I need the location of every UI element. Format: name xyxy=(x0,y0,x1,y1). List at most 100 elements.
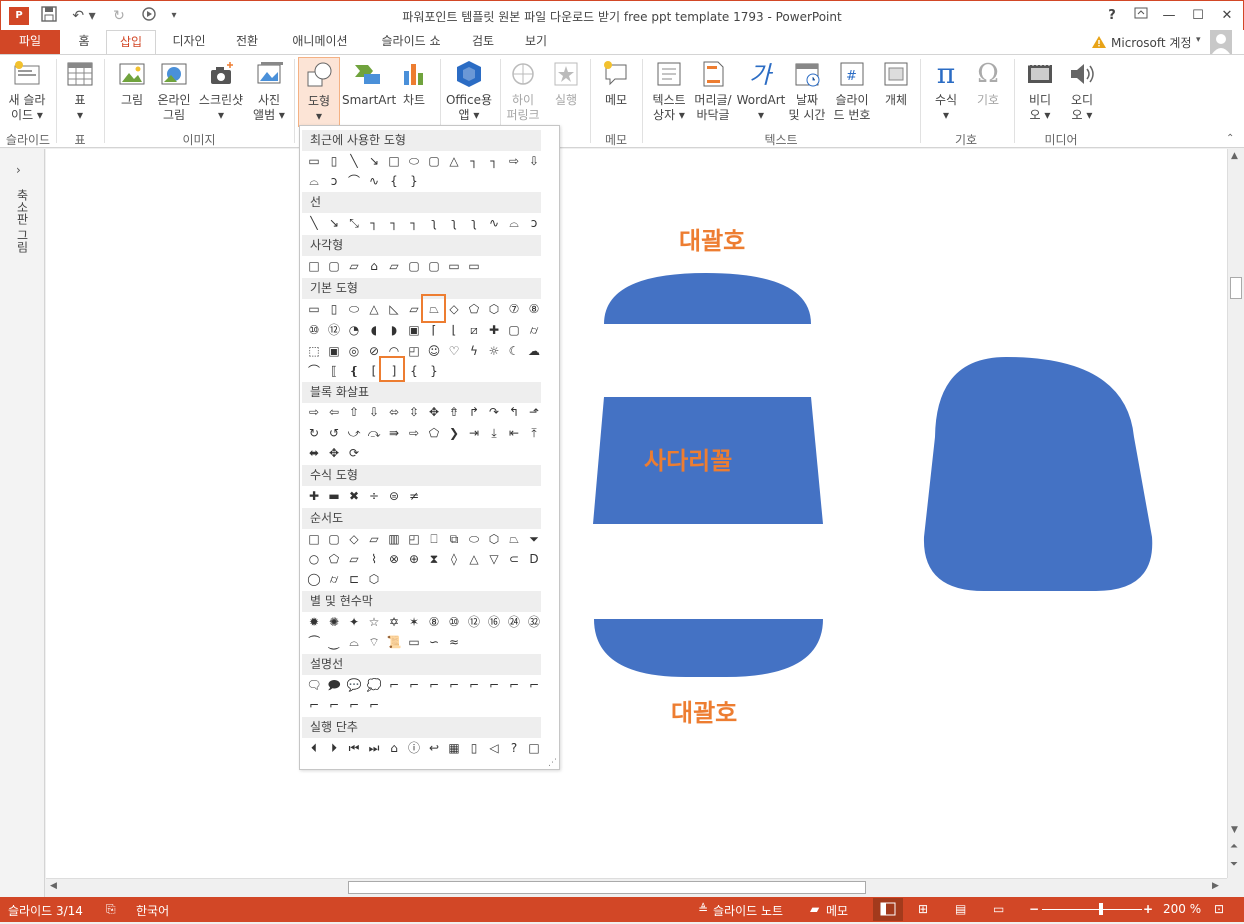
left-right-up-arrow-shape-icon[interactable]: ⇮ xyxy=(444,403,464,421)
elbow-arrow-shape-icon[interactable]: ┐ xyxy=(384,214,404,232)
account-dropdown-icon[interactable]: ▾ xyxy=(1196,35,1201,45)
u-turn-arrow-shape-icon[interactable]: ↷ xyxy=(484,403,504,421)
tab-design[interactable]: 디자인 xyxy=(163,30,215,54)
flowchart-stored-data-shape-icon[interactable]: ⊂ xyxy=(504,550,524,568)
action-sound-shape-icon[interactable]: ◁ xyxy=(484,739,504,757)
smiley-face-shape-icon[interactable]: ☺ xyxy=(424,342,444,360)
tab-review[interactable]: 검토 xyxy=(462,30,504,54)
comments-button[interactable]: 메모 xyxy=(826,902,848,919)
zoom-out-icon[interactable]: − xyxy=(1029,902,1039,916)
striped-right-arrow-shape-icon[interactable]: ⇛ xyxy=(384,424,404,442)
lightning-bolt-shape-icon[interactable]: ϟ xyxy=(464,342,484,360)
action-movie-shape-icon[interactable]: ▦ xyxy=(444,739,464,757)
curved-up-arrow-shape-icon[interactable]: ⤻ xyxy=(344,424,364,442)
flowchart-sort-shape-icon[interactable]: ◊ xyxy=(444,550,464,568)
chord-shape-icon[interactable]: ◖ xyxy=(364,321,384,339)
flowchart-preparation-shape-icon[interactable]: ⬡ xyxy=(484,530,504,548)
up-down-arrow-shape-icon[interactable]: ⇳ xyxy=(404,403,424,421)
spell-check-icon[interactable]: ⎘ xyxy=(106,902,116,917)
rounded-callout-shape-icon[interactable]: 🗩 xyxy=(324,676,344,694)
curved-arrow-connector-shape-icon[interactable]: ʅ xyxy=(444,214,464,232)
star5-shape-icon[interactable]: ☆ xyxy=(364,613,384,631)
tab-home[interactable]: 홈 xyxy=(66,30,102,54)
bent-up-arrow-shape-icon[interactable]: ⬏ xyxy=(524,403,544,421)
fit-to-window-icon[interactable]: ⊡ xyxy=(1214,902,1224,916)
action-end-shape-icon[interactable]: ⏭ xyxy=(364,739,384,757)
flowchart-alternate-process-shape-icon[interactable]: ▢ xyxy=(324,530,344,548)
cross-shape-icon[interactable]: ✚ xyxy=(484,321,504,339)
division-shape-icon[interactable]: ÷ xyxy=(364,487,384,505)
flowchart-extract-shape-icon[interactable]: △ xyxy=(464,550,484,568)
normal-view-button[interactable] xyxy=(873,898,903,921)
up-arrow-shape-icon[interactable]: ⇧ xyxy=(344,403,364,421)
flowchart-punched-tape-shape-icon[interactable]: ⌇ xyxy=(364,550,384,568)
sun-shape-icon[interactable]: ☼ xyxy=(484,342,504,360)
elbow-connector-shape-icon[interactable]: ┐ xyxy=(364,214,384,232)
right-triangle-shape-icon[interactable]: ◺ xyxy=(384,300,404,318)
video-button[interactable]: 비디 오 ▾ xyxy=(1020,59,1060,123)
action-document-shape-icon[interactable]: ▯ xyxy=(464,739,484,757)
tab-slideshow[interactable]: 슬라이드 쇼 xyxy=(370,30,452,54)
right-brace-shape-icon[interactable]: } xyxy=(404,172,424,190)
flowchart-direct-storage-shape-icon[interactable]: ⊏ xyxy=(344,570,364,588)
down-arrow-shape-icon[interactable]: ⇩ xyxy=(524,152,544,170)
minus-shape-icon[interactable]: ▬ xyxy=(324,487,344,505)
pentagon-shape-icon[interactable]: ⬠ xyxy=(464,300,484,318)
diamond-shape-icon[interactable]: ◇ xyxy=(444,300,464,318)
audio-button[interactable]: 오디 오 ▾ xyxy=(1062,59,1102,123)
octagon-shape-icon[interactable]: ⑧ xyxy=(524,300,544,318)
not-equal-shape-icon[interactable]: ≠ xyxy=(404,487,424,505)
can-shape-icon[interactable]: ⌭ xyxy=(524,321,544,339)
online-picture-button[interactable]: 온라인 그림 xyxy=(154,59,194,123)
office-apps-button[interactable]: Office용 앱 ▾ xyxy=(444,59,494,123)
object-button[interactable]: 개체 xyxy=(876,59,916,108)
line-callout1-shape-icon[interactable]: ⌐ xyxy=(384,676,404,694)
left-arrow-callout-shape-icon[interactable]: ⇤ xyxy=(504,424,524,442)
up-arrow-callout-shape-icon[interactable]: ⤒ xyxy=(524,424,544,442)
help-button[interactable]: ? xyxy=(1099,5,1125,27)
bevel-shape-icon[interactable]: ▣ xyxy=(324,342,344,360)
action-home-shape-icon[interactable]: ⌂ xyxy=(384,739,404,757)
language-indicator[interactable]: 한국어 xyxy=(136,902,169,919)
close-icon[interactable]: ✕ xyxy=(1214,5,1240,27)
curve-shape-icon[interactable]: ∿ xyxy=(364,172,384,190)
cube-shape-icon[interactable]: ⬚ xyxy=(304,342,324,360)
flowchart-offpage-connector-shape-icon[interactable]: ⬠ xyxy=(324,550,344,568)
tab-animations[interactable]: 애니메이션 xyxy=(280,30,360,54)
flowchart-card-shape-icon[interactable]: ▱ xyxy=(344,550,364,568)
flowchart-terminator-shape-icon[interactable]: ⬭ xyxy=(464,530,484,548)
left-brace-shape-icon[interactable]: { xyxy=(404,362,424,380)
round-same-side-shape-icon[interactable]: ▭ xyxy=(444,257,464,275)
freeform-shape-icon[interactable]: ⌓ xyxy=(504,214,524,232)
vertical-scrollbar[interactable]: ▲ ▼ ⏶ ⏷ xyxy=(1227,149,1244,878)
maximize-icon[interactable]: ☐ xyxy=(1185,5,1211,27)
snip-diagonal-shape-icon[interactable]: ▱ xyxy=(384,257,404,275)
action-beginning-shape-icon[interactable]: ⏮ xyxy=(344,739,364,757)
flowchart-document-shape-icon[interactable]: ⎕ xyxy=(424,530,444,548)
plaque-shape-icon[interactable]: ▢ xyxy=(504,321,524,339)
double-brace-shape-icon[interactable]: ❴ xyxy=(344,362,364,380)
line-callout3-no-border-shape-icon[interactable]: ⌐ xyxy=(304,696,324,714)
tab-view[interactable]: 보기 xyxy=(514,30,558,54)
slide-number-button[interactable]: # 슬라이 드 번호 xyxy=(830,59,874,123)
left-right-arrow-shape-icon[interactable]: ⬄ xyxy=(384,403,404,421)
elbow-connector-shape-icon[interactable]: ┐ xyxy=(464,152,484,170)
header-footer-button[interactable]: 머리글/ 바닥글 xyxy=(692,59,734,123)
rounded-rectangle-shape-icon[interactable]: ▢ xyxy=(424,152,444,170)
flowchart-connector-shape-icon[interactable]: ○ xyxy=(304,550,324,568)
picture-button[interactable]: 그림 xyxy=(112,59,152,108)
heart-shape-icon[interactable]: ♡ xyxy=(444,342,464,360)
folded-corner-shape-icon[interactable]: ◰ xyxy=(404,342,424,360)
left-arrow-shape-icon[interactable]: ⇦ xyxy=(324,403,344,421)
rectangle-shape-icon[interactable]: □ xyxy=(304,257,324,275)
slideshow-view-icon[interactable]: ▭ xyxy=(993,902,1004,916)
pie-shape-icon[interactable]: ◔ xyxy=(344,321,364,339)
explosion1-shape-icon[interactable]: ✹ xyxy=(304,613,324,631)
curved-ribbon-down-shape-icon[interactable]: ⌔ xyxy=(364,633,384,651)
slide-sorter-view-icon[interactable]: ⊞ xyxy=(918,902,928,916)
new-slide-button[interactable]: 새 슬라 이드 ▾ xyxy=(4,59,50,123)
scribble-shape-icon[interactable]: ↄ xyxy=(524,214,544,232)
oval-callout-shape-icon[interactable]: 💬 xyxy=(344,676,364,694)
left-brace-shape-icon[interactable]: { xyxy=(384,172,404,190)
shapes-button[interactable]: 도형 ▾ xyxy=(298,57,340,127)
